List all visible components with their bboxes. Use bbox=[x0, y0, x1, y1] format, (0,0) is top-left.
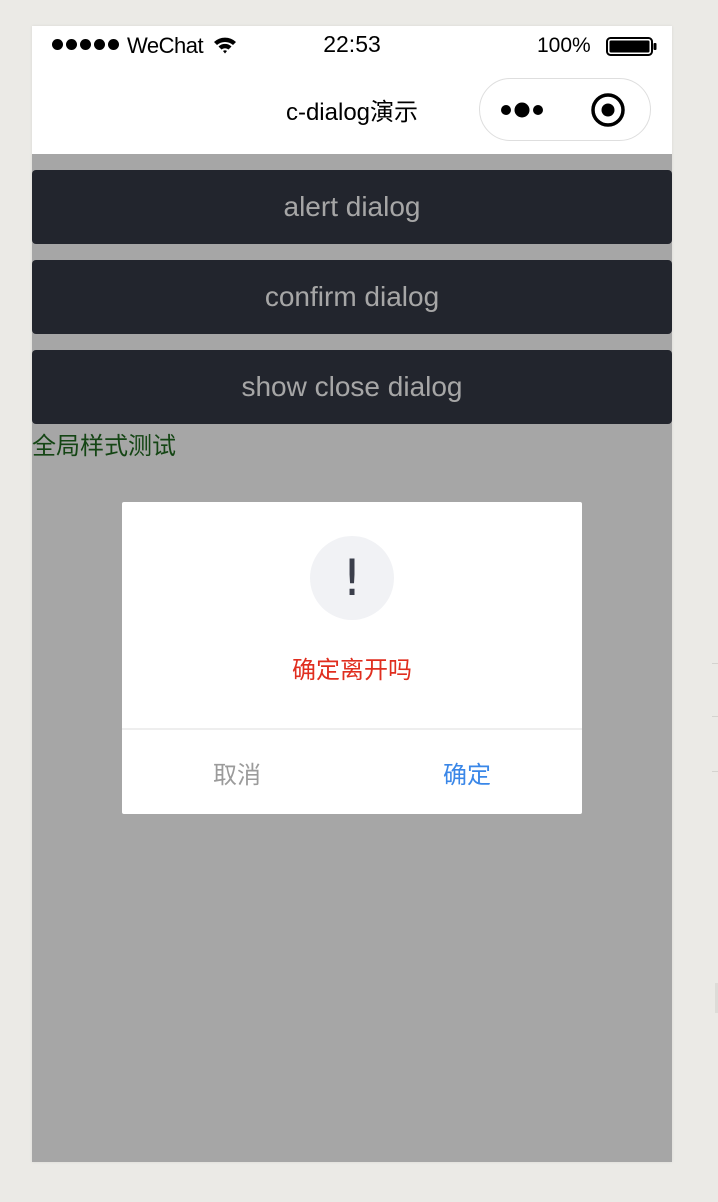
battery-icon bbox=[606, 37, 657, 56]
status-bar: WeChat 22:53 100% bbox=[32, 26, 672, 66]
navigation-bar: c-dialog演示 bbox=[32, 66, 672, 154]
exclamation-mark: ! bbox=[341, 549, 363, 607]
window-edge-line bbox=[712, 663, 718, 664]
close-mini-program-icon[interactable] bbox=[590, 92, 626, 128]
dialog-confirm-button[interactable]: 确定 bbox=[352, 730, 582, 814]
warning-icon: ! bbox=[310, 536, 394, 620]
battery-percentage: 100% bbox=[537, 34, 591, 57]
confirm-dialog: ! 确定离开吗 取消 确定 bbox=[122, 502, 582, 814]
phone-frame: WeChat 22:53 100% c-dialog演示 alert dialo… bbox=[32, 26, 672, 1162]
dialog-cancel-button[interactable]: 取消 bbox=[122, 730, 352, 814]
dialog-message: 确定离开吗 bbox=[292, 657, 412, 684]
window-edge-line bbox=[712, 716, 718, 717]
more-options-icon[interactable] bbox=[500, 99, 546, 121]
window-edge-line bbox=[712, 771, 718, 772]
mini-program-capsule bbox=[479, 78, 651, 141]
